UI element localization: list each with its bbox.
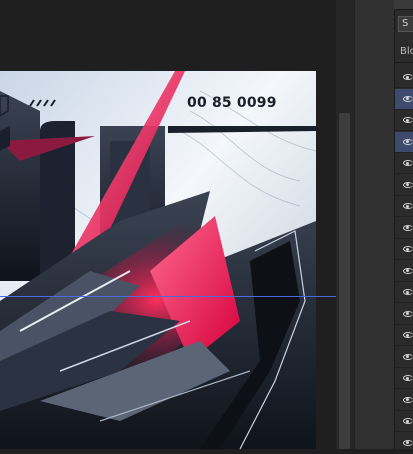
visibility-eye-icon[interactable] — [403, 246, 413, 252]
visibility-eye-icon[interactable] — [403, 267, 413, 274]
layer-row[interactable] — [395, 347, 413, 368]
layer-row[interactable] — [395, 110, 413, 131]
visibility-eye-icon[interactable] — [403, 289, 413, 295]
layer-row[interactable] — [395, 67, 413, 88]
blend-mode-label[interactable]: Blo — [400, 46, 413, 57]
vertical-scrollbar-thumb[interactable] — [339, 113, 350, 449]
layer-row[interactable] — [395, 131, 413, 153]
layer-row[interactable] — [395, 261, 413, 282]
horizontal-guide-line[interactable] — [0, 296, 336, 297]
layer-row[interactable] — [395, 88, 413, 110]
visibility-eye-icon[interactable] — [403, 439, 413, 446]
panel-separator — [394, 62, 413, 63]
visibility-eye-icon[interactable] — [403, 95, 413, 102]
panel-dock-divider[interactable] — [354, 0, 394, 449]
visibility-eye-icon[interactable] — [403, 138, 413, 145]
visibility-eye-icon[interactable] — [403, 203, 413, 209]
layer-row[interactable] — [395, 239, 413, 260]
layer-row[interactable] — [395, 196, 413, 217]
visibility-eye-icon[interactable] — [403, 160, 413, 166]
layer-row[interactable] — [395, 368, 413, 389]
layer-row[interactable] — [395, 153, 413, 174]
layer-row[interactable] — [395, 304, 413, 325]
panel-top-control[interactable] — [394, 0, 413, 10]
layer-filter-input[interactable]: S — [398, 16, 413, 32]
visibility-eye-icon[interactable] — [403, 181, 413, 188]
visibility-eye-icon[interactable] — [403, 332, 413, 338]
visibility-eye-icon[interactable] — [403, 117, 413, 123]
layer-row[interactable] — [395, 175, 413, 196]
layer-row[interactable] — [395, 218, 413, 239]
layer-row[interactable] — [395, 325, 413, 346]
visibility-eye-icon[interactable] — [403, 353, 413, 360]
divider-groove — [354, 0, 355, 449]
visibility-eye-icon[interactable] — [403, 418, 413, 424]
visibility-eye-icon[interactable] — [403, 224, 413, 231]
visibility-eye-icon[interactable] — [403, 396, 413, 403]
visibility-eye-icon[interactable] — [403, 375, 413, 381]
layer-row[interactable] — [395, 411, 413, 432]
layer-row[interactable] — [395, 390, 413, 411]
artwork-image — [0, 71, 316, 449]
visibility-eye-icon[interactable] — [403, 310, 413, 317]
serial-number-text: 00 85 0099 — [187, 95, 277, 111]
layer-row[interactable] — [395, 433, 413, 454]
layer-row[interactable] — [395, 282, 413, 303]
visibility-eye-icon[interactable] — [403, 74, 413, 80]
